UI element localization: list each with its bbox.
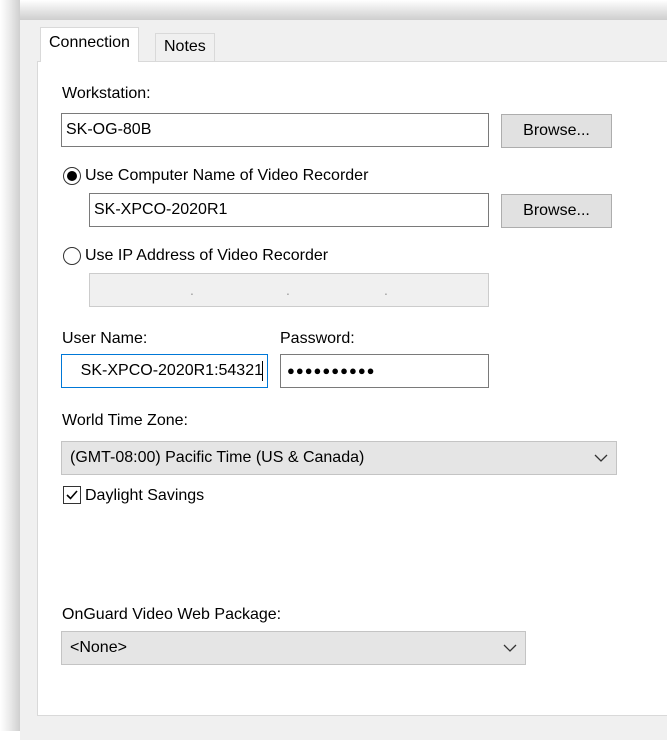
ip-address-label[interactable]: Use IP Address of Video Recorder [85,246,328,266]
web-package-label: OnGuard Video Web Package: [62,606,282,623]
time-zone-value: (GMT-08:00) Pacific Time (US & Canada) [70,449,365,466]
chevron-down-icon [503,644,517,652]
time-zone-select[interactable]: (GMT-08:00) Pacific Time (US & Canada) [61,441,617,475]
web-package-value: <None> [70,639,127,656]
username-value: SK-XPCO-2020R1:54321 [80,362,263,379]
radio-selected-dot [67,171,77,181]
ip-separator: . [190,282,194,298]
window-frame-top [0,0,667,22]
username-input[interactable]: SK-XPCO-2020R1:54321 [61,354,268,388]
password-input[interactable]: ●●●●●●●●●● [280,354,489,388]
computer-name-radio[interactable] [63,167,81,185]
ip-separator: . [384,282,388,298]
checkmark-icon [66,490,78,500]
daylight-savings-checkbox[interactable] [63,486,81,504]
ip-separator: . [286,282,290,298]
workstation-input[interactable]: SK-OG-80B [61,113,489,147]
workstation-label: Workstation: [62,85,151,102]
tab-notes[interactable]: Notes [155,33,215,61]
computer-name-label[interactable]: Use Computer Name of Video Recorder [85,166,368,186]
time-zone-label: World Time Zone: [62,412,188,429]
workstation-browse-button[interactable]: Browse... [501,114,612,148]
username-label: User Name: [62,330,148,347]
computer-name-browse-button[interactable]: Browse... [501,194,612,228]
daylight-savings-label[interactable]: Daylight Savings [85,486,204,506]
computer-name-input[interactable]: SK-XPCO-2020R1 [89,193,489,227]
chevron-down-icon [594,454,608,462]
ip-address-radio[interactable] [63,247,81,265]
password-label: Password: [280,330,355,347]
window-frame-left [0,0,20,731]
web-package-select[interactable]: <None> [61,631,526,665]
ip-address-input: . . . [89,273,489,307]
text-cursor [262,361,263,381]
tab-connection[interactable]: Connection [40,27,139,62]
